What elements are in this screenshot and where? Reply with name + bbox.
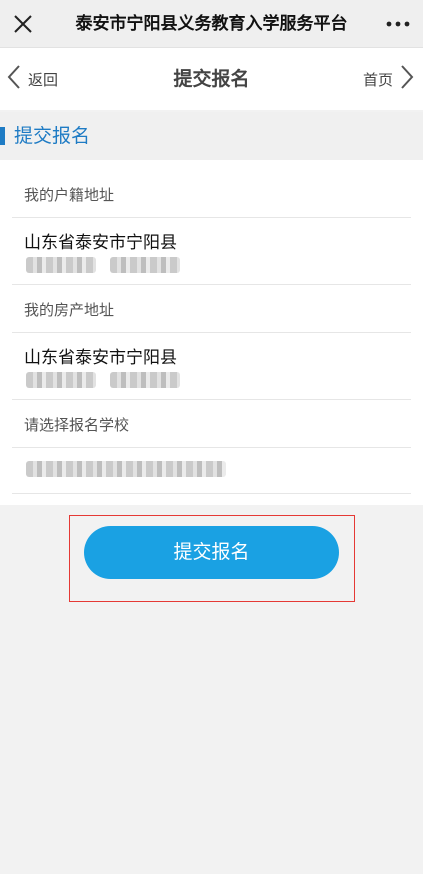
section-title: 提交报名 [14,125,91,147]
school-select-value[interactable] [26,461,226,477]
back-button[interactable]: 返回 [6,60,58,98]
close-icon[interactable] [8,9,38,39]
section-accent-bar [0,127,5,145]
more-icon[interactable] [385,12,411,36]
divider [12,217,411,218]
divider [12,399,411,400]
divider [12,493,411,494]
home-label: 首页 [362,70,393,89]
redacted-text [110,257,180,273]
household-address-label: 我的户籍地址 [24,186,115,204]
divider [12,284,411,285]
watermark-logo [289,834,389,860]
divider [12,447,411,448]
property-address-label: 我的房产地址 [24,301,115,319]
redacted-text [110,372,180,388]
submit-button[interactable]: 提交报名 [84,526,339,579]
app-title: 泰安市宁阳县义务教育入学服务平台 [75,14,348,34]
back-label: 返回 [28,70,59,89]
form-card: 我的户籍地址 山东省泰安市宁阳县 我的房产地址 山东省泰安市宁阳县 请选择报名学… [0,160,423,505]
chevron-left-icon [6,63,22,95]
household-address-value: 山东省泰安市宁阳县 [24,233,177,253]
redacted-text [26,372,96,388]
window-top-bar: 泰安市宁阳县义务教育入学服务平台 [0,0,423,48]
property-address-value: 山东省泰安市宁阳县 [24,348,177,368]
school-select-label: 请选择报名学校 [24,416,130,434]
home-button[interactable]: 首页 [363,60,415,98]
redacted-text [26,257,96,273]
page-navbar: 返回 提交报名 首页 [0,48,423,110]
section-header: 提交报名 [0,112,423,160]
chevron-right-icon [399,63,415,95]
divider [12,332,411,333]
page-title: 提交报名 [173,68,250,90]
